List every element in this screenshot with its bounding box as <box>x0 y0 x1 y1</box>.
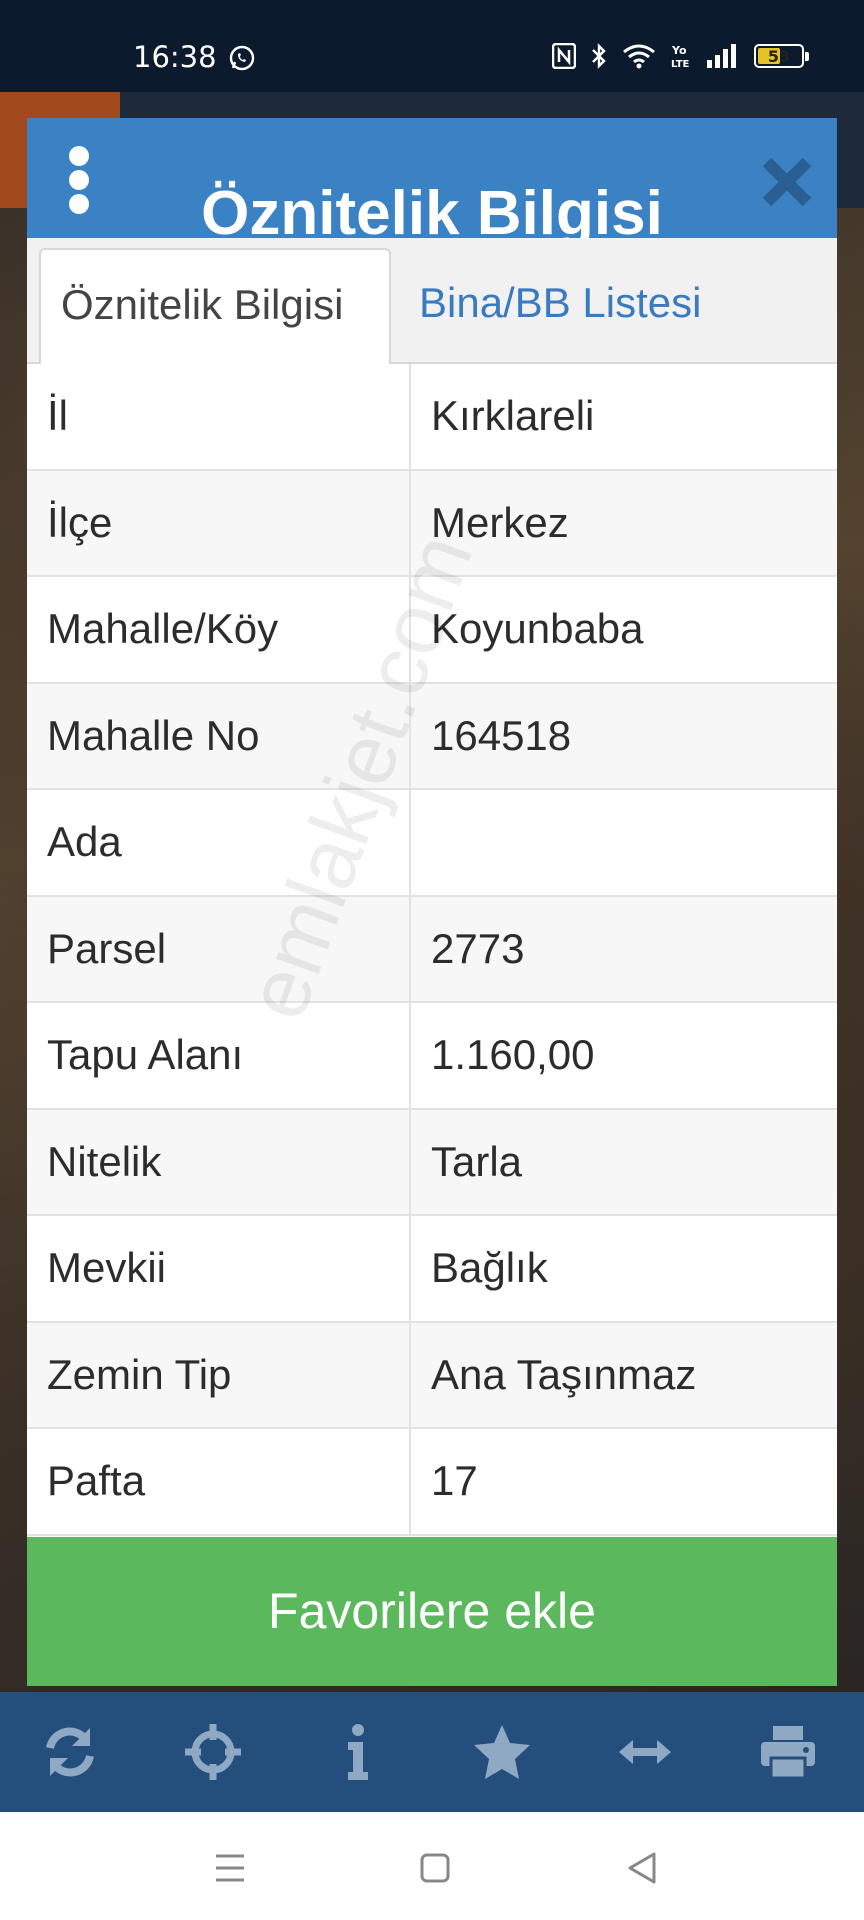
volte-icon: Yo LTE <box>671 44 690 70</box>
print-icon[interactable] <box>758 1722 818 1782</box>
row-value: Koyunbaba <box>431 605 644 652</box>
attribute-table: İl Kırklareli İlçe Merkez Mahalle/Köy Koyun… <box>27 364 837 1536</box>
system-nav-bar <box>0 1812 864 1920</box>
table-row: Ada <box>27 790 837 897</box>
nfc-icon <box>552 43 576 69</box>
svg-text:Yo: Yo <box>671 44 687 57</box>
info-icon[interactable] <box>328 1722 388 1782</box>
table-row: Nitelik Tarla <box>27 1109 837 1216</box>
row-value: 164518 <box>431 711 572 759</box>
crosshair-icon[interactable] <box>183 1722 243 1782</box>
row-value: Tarla <box>431 1137 523 1185</box>
row-value: 2773 <box>431 924 525 972</box>
back-icon[interactable] <box>622 1848 662 1888</box>
row-key: İl <box>27 364 411 469</box>
table-row: Mahalle No 164518 <box>27 683 837 790</box>
row-key: Ada <box>27 790 411 895</box>
row-key: Pafta <box>27 1429 411 1534</box>
star-icon[interactable] <box>472 1722 532 1782</box>
row-key: Zemin Tip <box>27 1322 411 1427</box>
tab-building-list[interactable]: Bina/BB Listesi <box>399 248 819 366</box>
row-value: Ana Taşınmaz <box>431 1350 697 1398</box>
row-key: İlçe <box>27 470 411 575</box>
wifi-icon <box>623 44 655 69</box>
battery-icon: 53 <box>754 44 809 68</box>
measure-icon[interactable] <box>615 1722 675 1782</box>
row-key: Mahalle/Köy <box>27 577 411 682</box>
row-key: Nitelik <box>27 1109 411 1214</box>
row-value <box>411 790 837 895</box>
row-key: Tapu Alanı <box>27 1003 411 1108</box>
table-row: İl Kırklareli <box>27 364 837 471</box>
row-key: Parsel <box>27 896 411 1001</box>
refresh-icon[interactable] <box>40 1722 100 1782</box>
table-row: Mahalle/Köy Koyunbaba <box>27 577 837 684</box>
svg-text:LTE: LTE <box>671 59 690 70</box>
menu-icon[interactable] <box>210 1848 250 1888</box>
status-time: 16:38 <box>133 40 217 74</box>
row-value: 1.160,00 <box>431 1031 595 1078</box>
status-bar: 16:38 Yo LTE 53 <box>0 0 864 92</box>
table-row: Parsel 2773 <box>27 896 837 1003</box>
table-row: Mevkii Bağlık <box>27 1216 837 1323</box>
table-row: Pafta 17 <box>27 1429 837 1536</box>
whatsapp-icon <box>229 45 255 71</box>
row-key: Mevkii <box>27 1216 411 1321</box>
table-row: Zemin Tip Ana Taşınmaz <box>27 1322 837 1429</box>
row-key: Mahalle No <box>27 683 411 788</box>
row-value: Kırklareli <box>431 392 595 439</box>
tab-bar: Öznitelik Bilgisi Bina/BB Listesi <box>27 238 837 366</box>
attribute-dialog: Öznitelik Bilgisi Öznitelik Bilgisi Bina… <box>27 118 837 1686</box>
battery-level: 53 <box>767 47 791 66</box>
row-value: Merkez <box>431 498 569 546</box>
dialog-title: Öznitelik Bilgisi <box>201 179 663 238</box>
table-row: İlçe Merkez <box>27 470 837 577</box>
table-row: Tapu Alanı 1.160,00 <box>27 1003 837 1110</box>
bottom-toolbar <box>0 1692 864 1812</box>
signal-icon <box>707 44 736 68</box>
row-value: 17 <box>431 1457 478 1504</box>
bluetooth-icon <box>592 43 606 69</box>
home-icon[interactable] <box>415 1848 455 1888</box>
dialog-header: Öznitelik Bilgisi <box>27 118 837 238</box>
add-to-favorites-button[interactable]: Favorilere ekle <box>27 1537 837 1686</box>
row-value: Bağlık <box>431 1244 548 1291</box>
close-icon[interactable] <box>759 154 815 210</box>
tab-attribute-info[interactable]: Öznitelik Bilgisi <box>39 248 391 366</box>
